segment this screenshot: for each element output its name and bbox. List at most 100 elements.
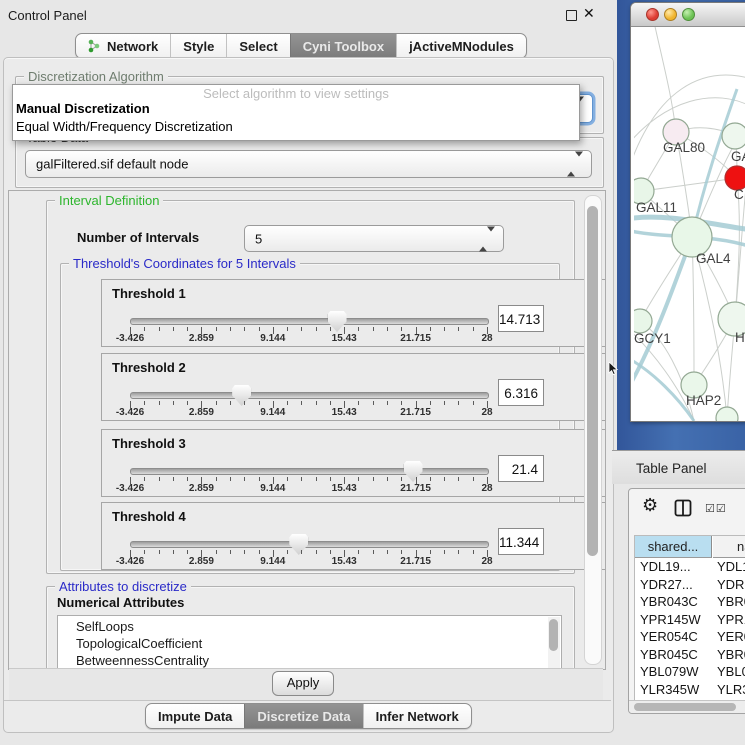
minor-tick xyxy=(430,327,431,331)
threshold-label: Threshold 4 xyxy=(112,509,186,524)
tab-style[interactable]: Style xyxy=(170,34,226,58)
table-row[interactable]: YPR145WYPR145W xyxy=(635,612,745,630)
slider-track[interactable] xyxy=(130,468,489,475)
tick-label: 2.859 xyxy=(189,407,214,418)
network-glyph-icon xyxy=(88,39,101,53)
gear-icon[interactable]: ⚙ xyxy=(642,495,658,516)
number-of-intervals-combobox[interactable]: 5 xyxy=(244,225,504,252)
minor-tick xyxy=(244,550,245,554)
minor-tick xyxy=(187,401,188,405)
list-item[interactable]: TopologicalCoefficient xyxy=(58,635,561,652)
minor-tick xyxy=(259,550,260,554)
threshold-value-field[interactable]: 21.4 xyxy=(498,455,544,482)
scrollbar-thumb[interactable] xyxy=(587,206,598,556)
threshold-value-field[interactable]: 14.713 xyxy=(498,305,544,332)
vertical-scrollbar[interactable] xyxy=(584,195,602,665)
popup-item-manual-discretization[interactable]: Manual Discretization xyxy=(16,101,150,116)
tick-label: 9.144 xyxy=(260,333,285,344)
list-item[interactable]: SelfLoops xyxy=(58,618,561,635)
float-window-icon[interactable] xyxy=(566,10,577,21)
minor-tick xyxy=(373,550,374,554)
minor-tick xyxy=(144,550,145,554)
threshold-panel-2: Threshold 2-3.4262.8599.14415.4321.71528… xyxy=(101,353,606,421)
cell-shared-name: YLR345W xyxy=(640,682,699,697)
tab-label: Style xyxy=(183,39,214,54)
table-data-combobox[interactable]: galFiltered.sif default node xyxy=(25,150,592,178)
column-layout-icon[interactable] xyxy=(674,499,692,517)
node-label: GAL11 xyxy=(636,200,677,215)
table-row[interactable]: YBR045CYBR045C xyxy=(635,647,745,665)
list-item[interactable]: BetweennessCentrality xyxy=(58,652,561,669)
tab-impute-data[interactable]: Impute Data xyxy=(146,704,244,728)
algorithm-popup: Select algorithm to view settings Manual… xyxy=(12,84,580,141)
minor-tick xyxy=(444,327,445,331)
table-row[interactable]: YDR27...YDR27... xyxy=(635,577,745,595)
table-row[interactable]: YLR345WYLR345W xyxy=(635,682,745,700)
network-node[interactable] xyxy=(716,407,738,421)
popup-hint: Select algorithm to view settings xyxy=(13,86,579,101)
minimize-traffic-light-icon[interactable] xyxy=(664,8,677,21)
tick-label: 2.859 xyxy=(189,333,214,344)
minor-tick xyxy=(230,550,231,554)
cell-name: YBR045C xyxy=(717,647,745,662)
minor-tick xyxy=(387,327,388,331)
network-node[interactable] xyxy=(722,123,745,149)
slider-track[interactable] xyxy=(130,318,489,325)
list-scrollbar[interactable] xyxy=(548,617,560,669)
tab-infer-network[interactable]: Infer Network xyxy=(363,704,471,728)
slider-track[interactable] xyxy=(130,392,489,399)
minor-tick xyxy=(187,477,188,481)
slider-track[interactable] xyxy=(130,541,489,548)
tab-jactivemnodules[interactable]: jActiveMNodules xyxy=(396,34,526,58)
node-table: shared... na... YDL19...YDL19...YDR27...… xyxy=(634,535,745,701)
table-row[interactable]: YBR043CYBR043C xyxy=(635,594,745,612)
tick-label: 2.859 xyxy=(189,556,214,567)
horizontal-scrollbar[interactable] xyxy=(629,700,745,713)
network-canvas[interactable]: GAL80GACGAL11GAL4GCY1HHAP2 xyxy=(634,27,745,421)
combo-stepper-icon[interactable] xyxy=(479,231,495,246)
minor-tick xyxy=(287,550,288,554)
network-view-window[interactable]: GAL80GACGAL11GAL4GCY1HHAP2 xyxy=(630,2,745,422)
slider-ticks xyxy=(130,401,487,411)
attributes-list[interactable]: SelfLoopsTopologicalCoefficientBetweenne… xyxy=(57,615,562,670)
tab-label: Discretize Data xyxy=(257,709,350,724)
threshold-value-field[interactable]: 11.344 xyxy=(498,528,544,555)
minor-tick xyxy=(473,401,474,405)
minor-tick xyxy=(387,550,388,554)
settings-scrollpane: Interval Definition Number of Intervals … xyxy=(8,190,606,670)
column-header-name[interactable]: na... xyxy=(713,536,745,558)
table-row[interactable]: YER054CYER054C xyxy=(635,629,745,647)
zoom-traffic-light-icon[interactable] xyxy=(682,8,695,21)
table-data-value: galFiltered.sif default node xyxy=(36,157,188,172)
threshold-value-field[interactable]: 6.316 xyxy=(498,379,544,406)
minor-tick xyxy=(173,477,174,481)
table-row[interactable]: YBL079WYBL079W xyxy=(635,664,745,682)
scrollbar-thumb[interactable] xyxy=(634,703,736,711)
tab-discretize-data[interactable]: Discretize Data xyxy=(244,704,362,728)
tick-label: 21.715 xyxy=(400,556,431,567)
number-of-intervals-label: Number of Intervals xyxy=(77,230,199,245)
minor-tick xyxy=(244,401,245,405)
tick-label: 9.144 xyxy=(260,483,285,494)
close-traffic-light-icon[interactable] xyxy=(646,8,659,21)
table-row[interactable]: YDL19...YDL19... xyxy=(635,559,745,577)
tick-label: 28 xyxy=(481,483,492,494)
apply-button[interactable]: Apply xyxy=(272,671,334,696)
cell-name: YBR043C xyxy=(717,594,745,609)
tab-cyni-toolbox[interactable]: Cyni Toolbox xyxy=(290,34,396,58)
minor-tick xyxy=(401,550,402,554)
combo-stepper-icon[interactable] xyxy=(567,157,583,172)
popup-item-equal-width-frequency-discretization[interactable]: Equal Width/Frequency Discretization xyxy=(16,119,233,134)
checkbox-columns-icon[interactable]: ☑☑ xyxy=(705,502,727,515)
tab-label: Impute Data xyxy=(158,709,232,724)
network-window-titlebar[interactable] xyxy=(631,3,745,27)
tab-select[interactable]: Select xyxy=(226,34,289,58)
panel-bottom-border xyxy=(4,700,611,701)
close-icon[interactable]: ✕ xyxy=(583,5,595,22)
tab-network[interactable]: Network xyxy=(76,34,170,58)
network-node[interactable] xyxy=(634,309,652,333)
panel-title: Control Panel xyxy=(8,8,87,23)
minor-tick xyxy=(473,477,474,481)
column-header-shared-name[interactable]: shared... xyxy=(635,536,712,558)
minor-tick xyxy=(187,550,188,554)
